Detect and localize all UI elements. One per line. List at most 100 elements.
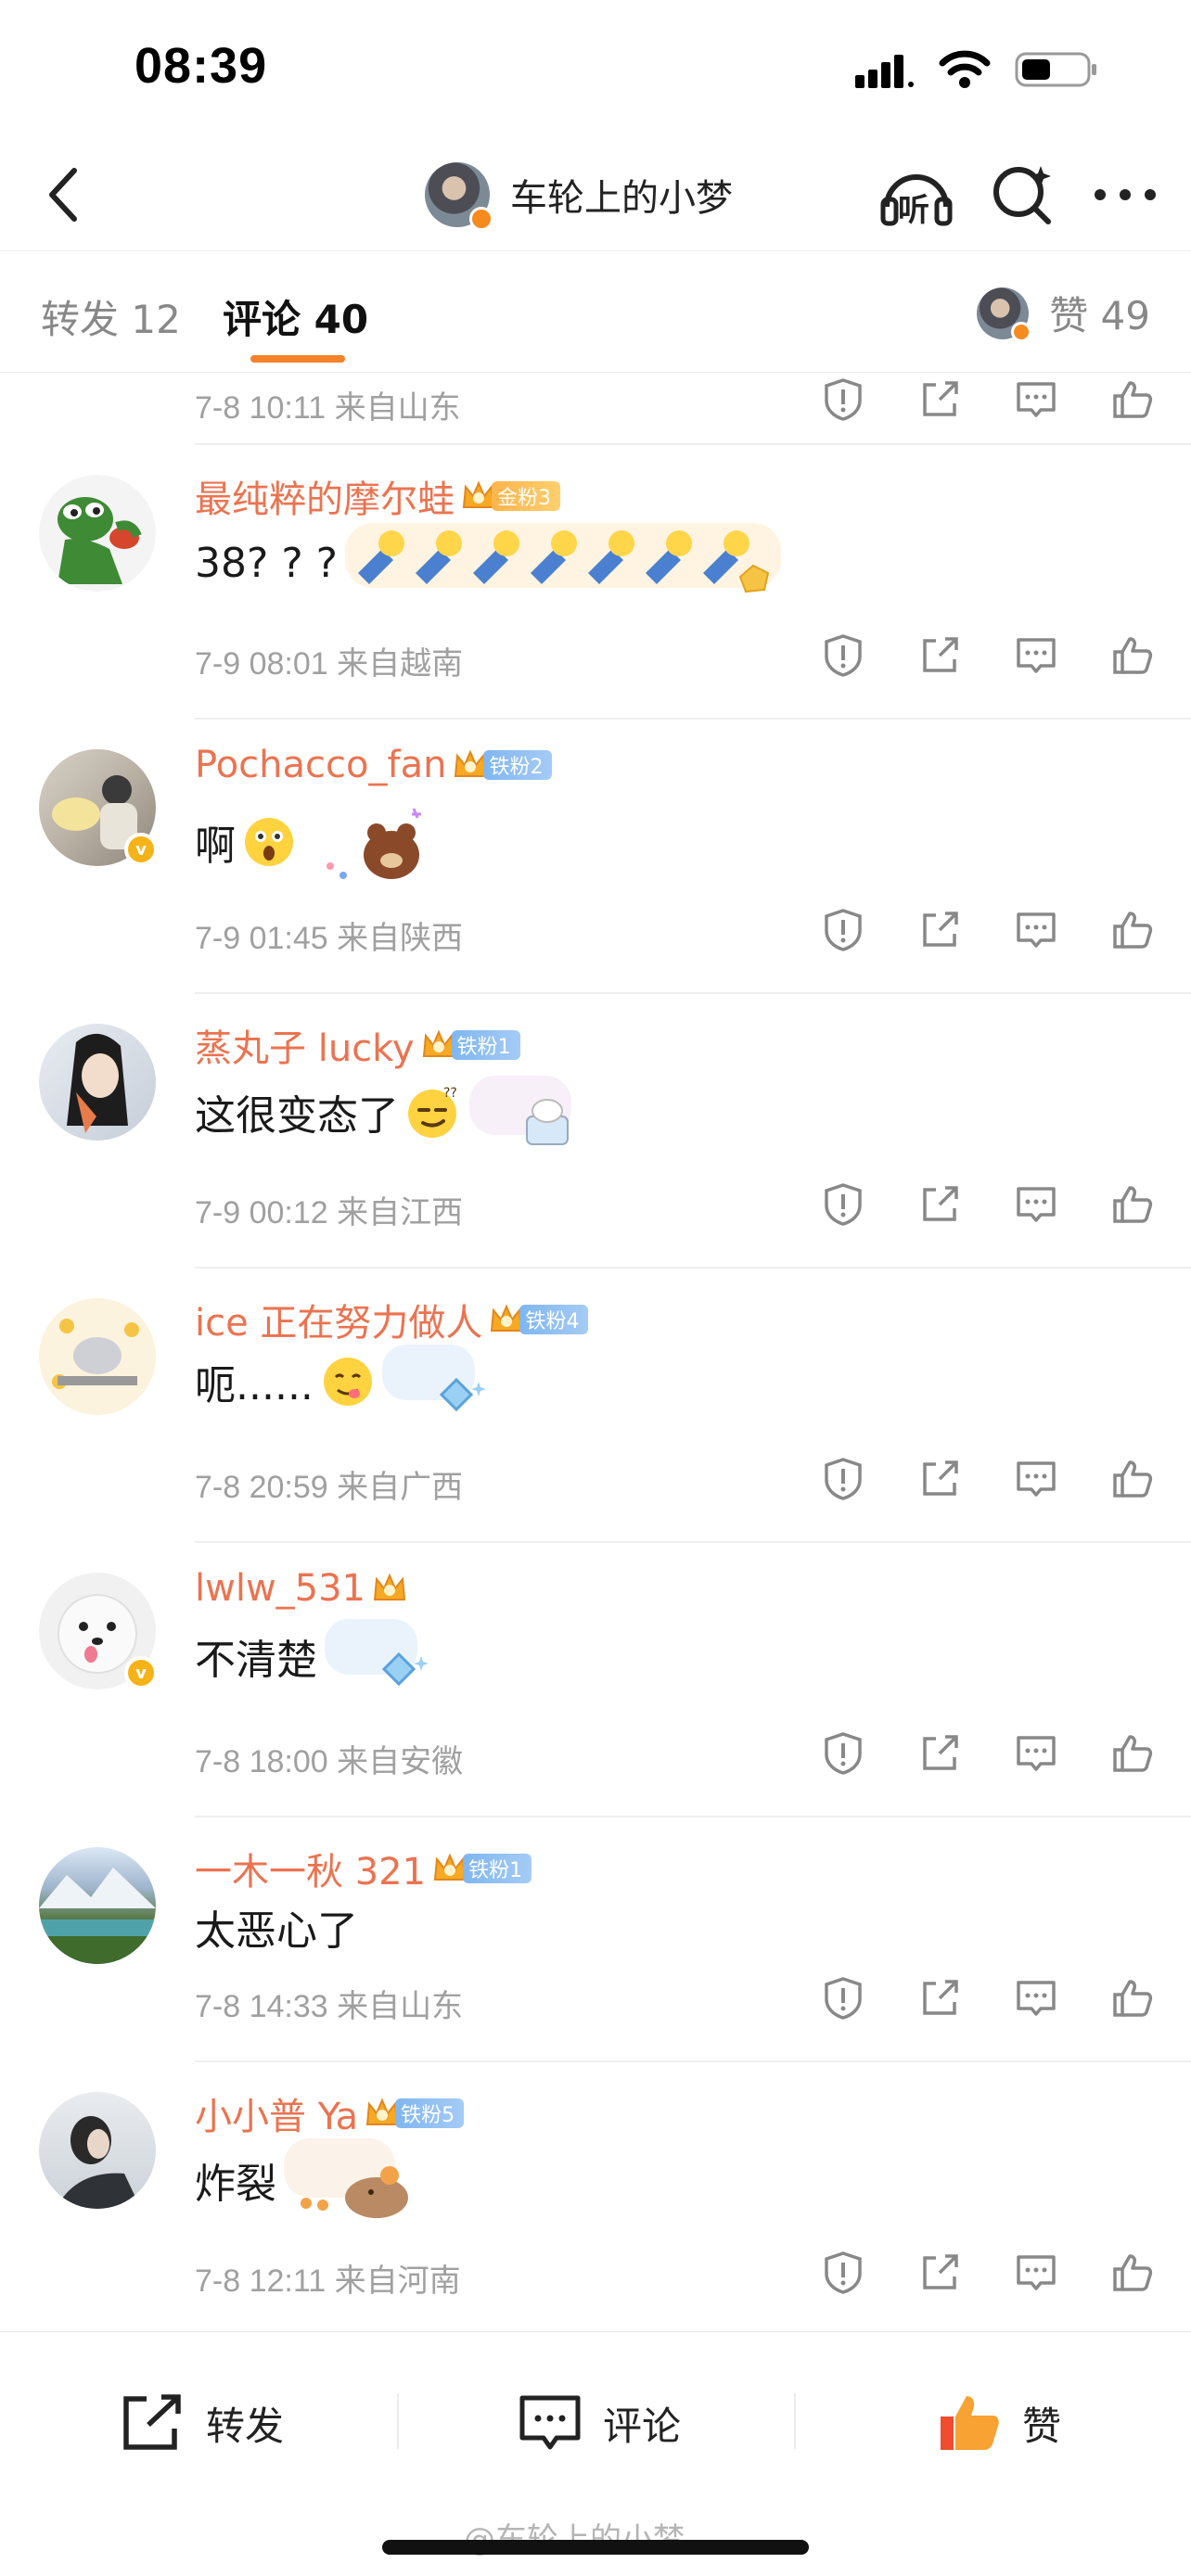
home-indicator[interactable]: [382, 2540, 809, 2555]
like-button[interactable]: [1111, 1977, 1154, 2020]
comment-body: 38? ? ?: [195, 521, 782, 605]
report-button[interactable]: [822, 1458, 864, 1500]
fan-badge-label: 铁粉4: [519, 1305, 589, 1334]
thumbs-up-icon: [1113, 1460, 1153, 1498]
frog-avatar-icon: [39, 475, 156, 592]
like-button[interactable]: [1111, 1732, 1154, 1775]
nav-user[interactable]: 车轮上的小梦: [425, 158, 733, 232]
like-button[interactable]: [1111, 1458, 1154, 1500]
nav-actions: 听: [879, 158, 1158, 232]
comment-list[interactable]: 7-8 10:11 来自山东 最纯粹的摩尔蛙 金粉3 38? ? ? 7-9 0…: [0, 373, 1191, 2331]
reply-button[interactable]: [1015, 1732, 1057, 1775]
reply-button[interactable]: [1015, 378, 1057, 421]
comment-username[interactable]: 蒸丸子 lucky: [195, 1018, 415, 1072]
tab-comment[interactable]: 评论 40: [223, 288, 368, 345]
share-button[interactable]: [918, 1732, 961, 1775]
report-button[interactable]: [822, 909, 864, 951]
like-button[interactable]: [1111, 634, 1154, 677]
report-button[interactable]: [822, 1977, 864, 2020]
avatar[interactable]: [39, 1847, 156, 1964]
comment-meta: 7-8 18:00 来自安徽: [195, 1744, 464, 1779]
like-button[interactable]: [1111, 909, 1154, 951]
share-button[interactable]: [918, 2251, 961, 2294]
share-button[interactable]: [918, 378, 961, 421]
fan-badge[interactable]: 铁粉4: [488, 1302, 589, 1337]
battery-icon: [1015, 52, 1096, 87]
avatar[interactable]: [425, 162, 493, 231]
svg-text:??: ??: [443, 1086, 457, 1101]
comment-icon: [1017, 638, 1056, 673]
report-icon: [825, 1183, 862, 1226]
fan-badge[interactable]: [371, 1571, 408, 1606]
comment-body: 呃......: [195, 1345, 493, 1419]
reply-button[interactable]: [1015, 909, 1057, 951]
fan-badge[interactable]: 铁粉1: [420, 1027, 520, 1063]
share-button[interactable]: [918, 1458, 961, 1500]
fan-badge-label: 铁粉1: [451, 1030, 520, 1060]
share-button[interactable]: [918, 634, 961, 677]
comment-actions: [822, 909, 1154, 951]
comment-meta: 7-8 20:59 来自广西: [195, 1470, 464, 1505]
fan-badge[interactable]: 铁粉1: [431, 1851, 532, 1886]
comment-username[interactable]: 最纯粹的摩尔蛙: [195, 469, 455, 523]
comment-username[interactable]: Pochacco_fan: [195, 744, 446, 786]
back-button[interactable]: [26, 158, 100, 232]
comment-icon: [519, 2395, 581, 2450]
fan-badge[interactable]: 铁粉5: [364, 2096, 465, 2131]
comment-username[interactable]: ice 正在努力做人: [195, 1293, 482, 1346]
comment-username[interactable]: 一木一秋 321: [195, 1842, 426, 1895]
comment-meta: 7-8 14:33 来自山东: [195, 1989, 464, 2024]
share-button[interactable]: [918, 909, 961, 951]
reply-button[interactable]: [1015, 1183, 1057, 1226]
comment-username[interactable]: 小小普 Ya: [195, 2086, 358, 2140]
comment-text: 啊: [195, 823, 236, 870]
comment-header: ice 正在努力做人 铁粉4: [195, 1293, 589, 1346]
report-button[interactable]: [822, 1732, 864, 1775]
comment-actions: [822, 2251, 1154, 2294]
reply-button[interactable]: [1015, 1458, 1057, 1500]
like-button[interactable]: [1111, 2251, 1154, 2294]
search-sparkle-icon[interactable]: [991, 162, 1056, 227]
reply-button[interactable]: [1015, 1977, 1057, 2020]
photo-avatar-icon: [52, 1319, 139, 1389]
repost-button[interactable]: 转发: [121, 2386, 284, 2460]
report-button[interactable]: [822, 378, 864, 421]
avatar[interactable]: [39, 2092, 156, 2209]
avatar[interactable]: [39, 1024, 156, 1141]
smirk-emoji-icon: ??: [408, 1086, 457, 1138]
avatar[interactable]: [39, 475, 156, 592]
comment-button[interactable]: 评论: [518, 2386, 681, 2460]
fan-badge[interactable]: 铁粉2: [452, 747, 553, 783]
comment-username[interactable]: lwlw_531: [195, 1567, 365, 1610]
share-button[interactable]: [918, 1977, 961, 2020]
tab-like-group[interactable]: 赞 49: [977, 285, 1150, 342]
report-icon: [825, 1458, 862, 1500]
report-button[interactable]: [822, 1183, 864, 1226]
like-button[interactable]: 赞: [937, 2386, 1061, 2460]
comment-icon: [1017, 2255, 1056, 2290]
sticker-lightbulb-icon: [345, 523, 782, 593]
listen-button[interactable]: 听: [879, 162, 954, 229]
status-bar: 08:39: [0, 0, 1191, 139]
reply-button[interactable]: [1015, 634, 1057, 677]
more-icon[interactable]: [1093, 185, 1158, 204]
tab-repost[interactable]: 转发 12: [41, 288, 181, 345]
comment-meta: 7-9 01:45 来自陕西: [195, 921, 464, 956]
report-button[interactable]: [822, 2251, 864, 2294]
share-icon: [923, 1186, 958, 1221]
fan-badge[interactable]: 金粉3: [460, 478, 560, 514]
share-button[interactable]: [918, 1183, 961, 1226]
thumbs-up-icon: [1113, 637, 1153, 674]
like-button[interactable]: [1111, 378, 1154, 421]
list-item: v lwlw_531 不清楚 7-8 18:00 来自安徽: [0, 1543, 1191, 1817]
like-button[interactable]: [1111, 1183, 1154, 1226]
nav-username[interactable]: 车轮上的小梦: [510, 168, 733, 222]
comment-body: 这很变态了 ??: [195, 1070, 581, 1154]
diamond-sticker-icon: [325, 1619, 429, 1687]
fan-badge-label: 铁粉1: [463, 1854, 532, 1883]
tab-like[interactable]: 赞 49: [1049, 285, 1150, 341]
reply-button[interactable]: [1015, 2251, 1057, 2294]
tab-active-indicator: [250, 355, 345, 363]
avatar[interactable]: [39, 1298, 156, 1415]
report-button[interactable]: [822, 634, 864, 677]
